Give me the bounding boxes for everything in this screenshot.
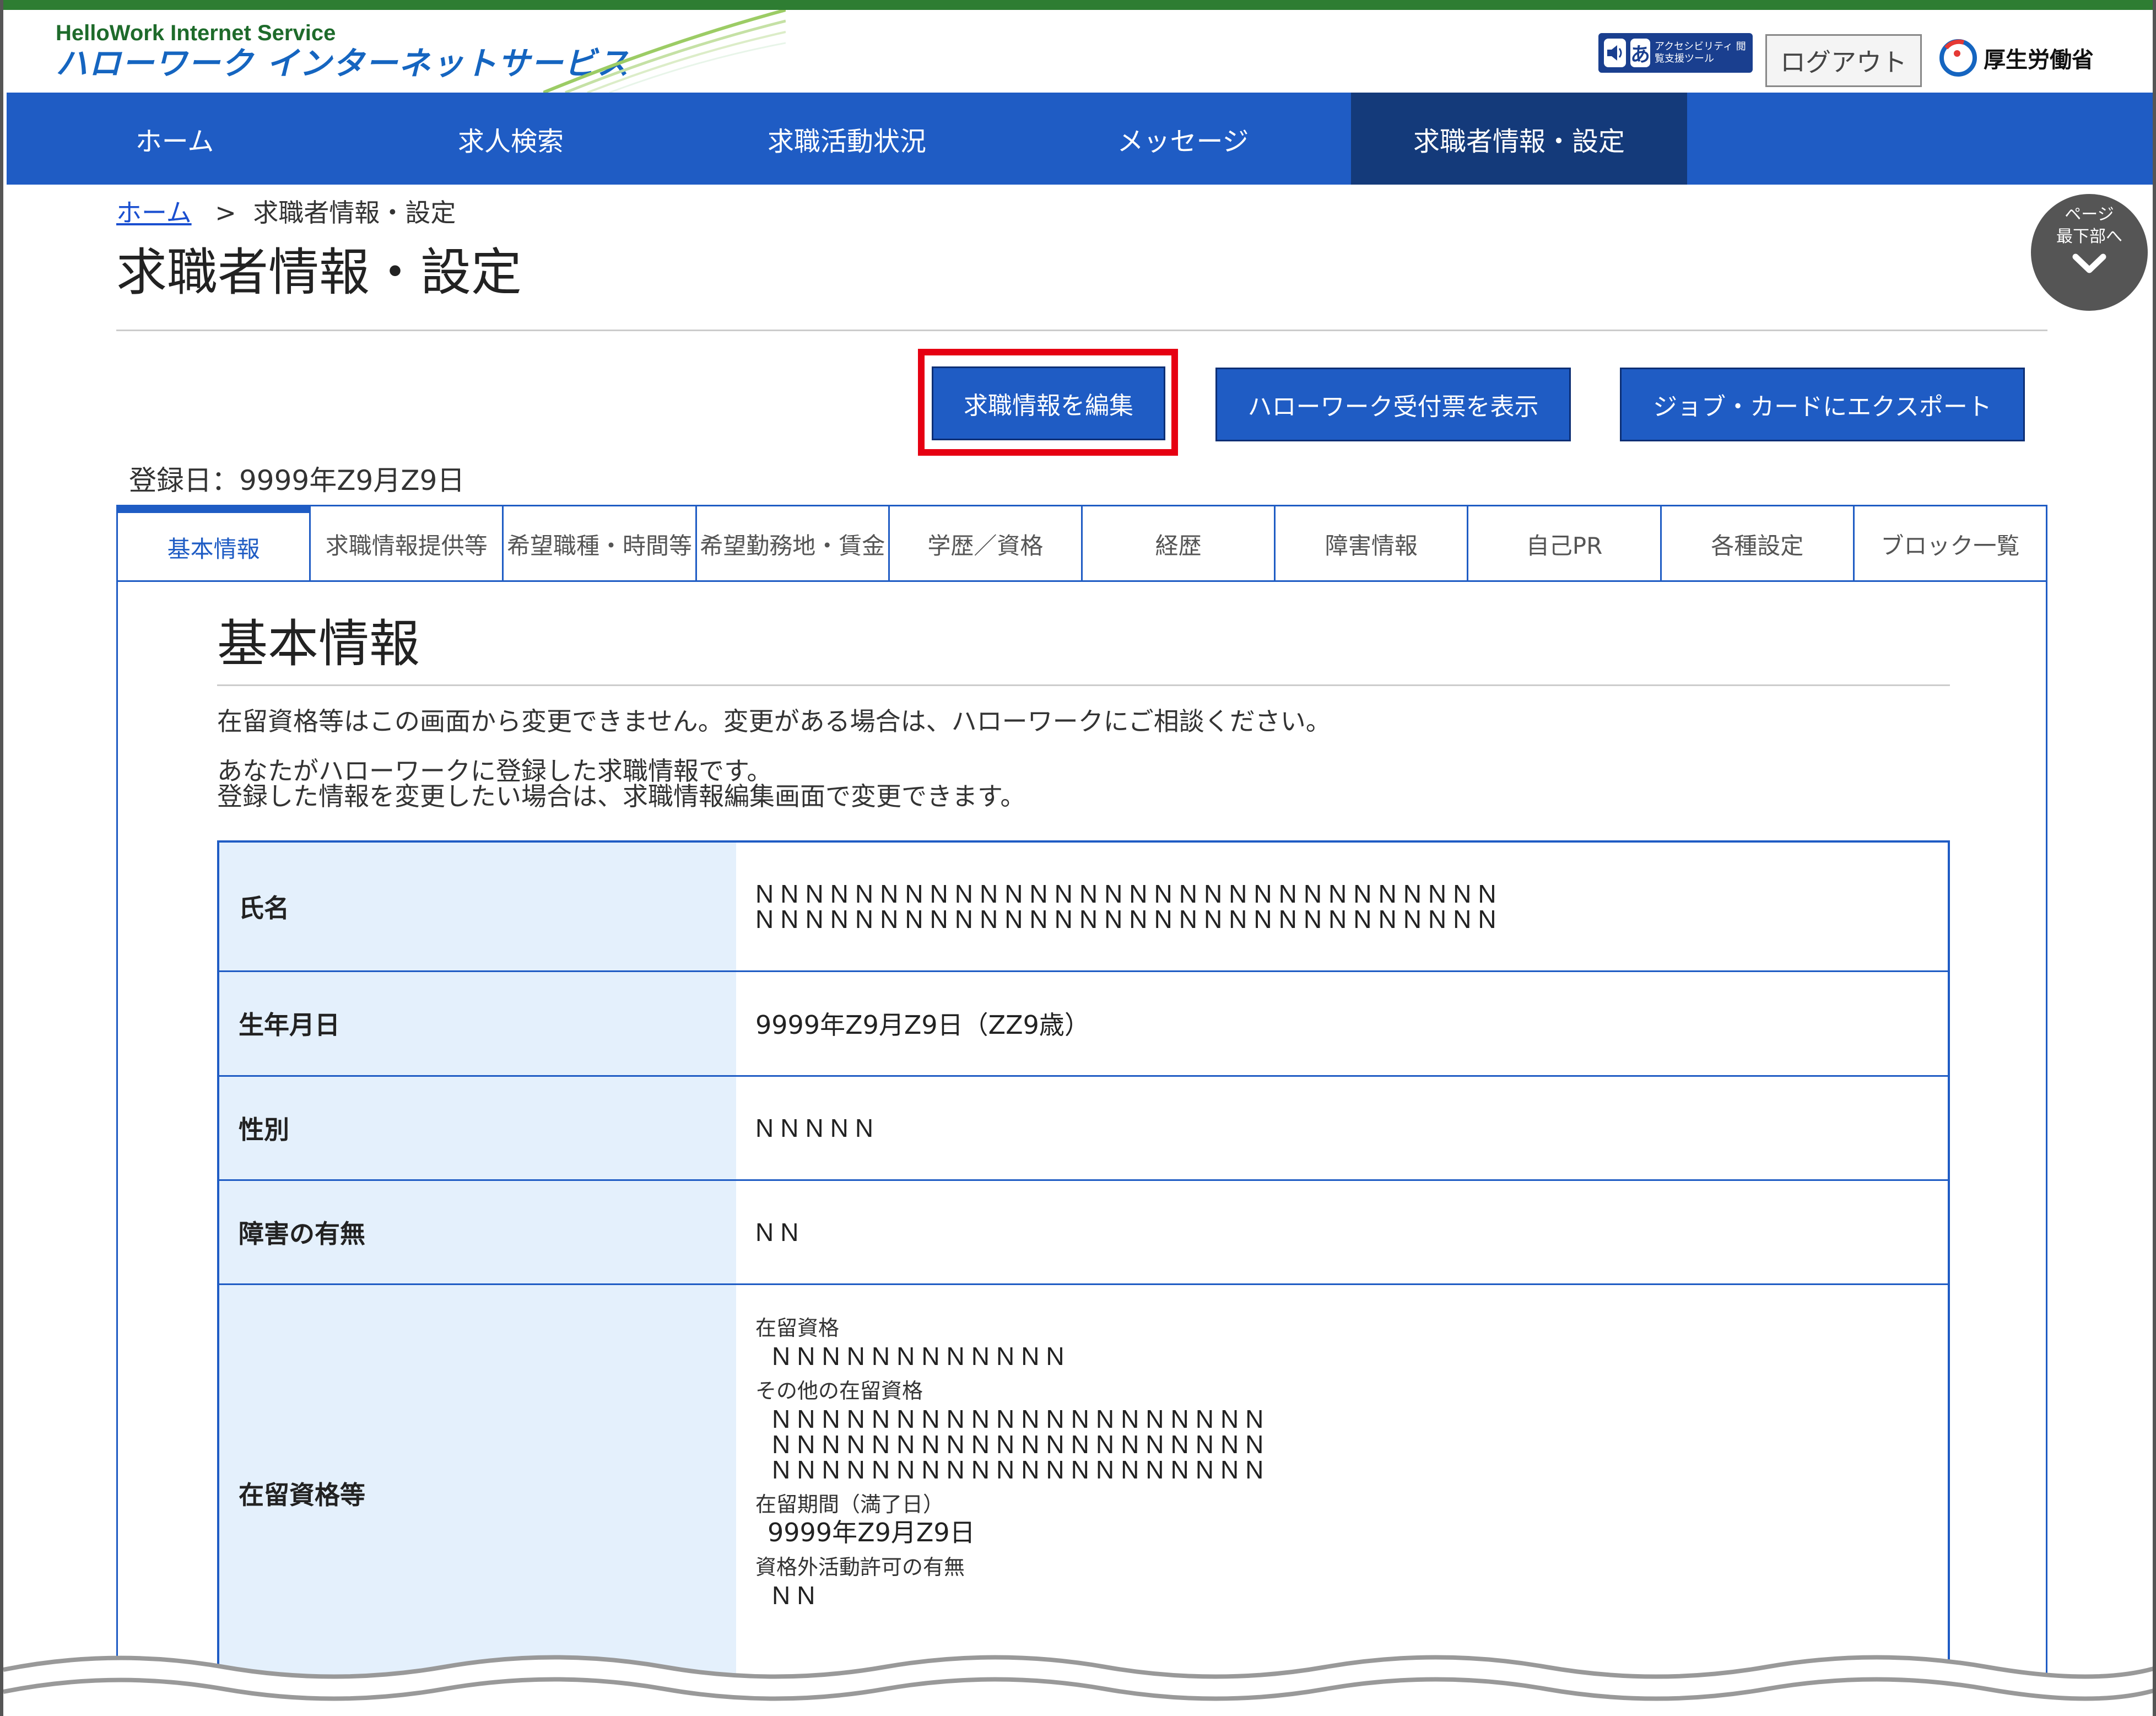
breadcrumb-separator: > <box>215 198 236 228</box>
permission-subvalue: NN <box>772 1580 822 1610</box>
table-row: 障害の有無 NN <box>218 1179 1949 1284</box>
edit-job-info-button[interactable]: 求職情報を編集 <box>932 366 1165 440</box>
gender-label: 性別 <box>218 1075 736 1180</box>
residence-status-value: 在留資格 NNNNNNNNNNNN その他の在留資格 NNNNNNNNNNNNN… <box>736 1283 1949 1703</box>
other-status-line: NNNNNNNNNNNNNNNNNNNN <box>772 1455 1271 1484</box>
nav-home[interactable]: ホーム <box>7 93 343 185</box>
breadcrumb-current: 求職者情報・設定 <box>253 198 456 228</box>
logo-swoosh-icon <box>543 10 786 93</box>
page-cut-wave <box>3 1655 2153 1716</box>
top-accent-bar <box>3 0 2153 10</box>
permission-sublabel: 資格外活動許可の有無 <box>755 1555 965 1579</box>
period-sublabel: 在留期間（満了日） <box>755 1492 944 1517</box>
table-row: 在留資格等 在留資格 NNNNNNNNNNNN その他の在留資格 NNNNNNN… <box>218 1283 1949 1703</box>
info-tabs: 基本情報 求職情報提供等 希望職種・時間等 希望勤務地・賃金 学歴／資格 経歴 … <box>116 505 2047 582</box>
disability-value: NN <box>736 1179 1949 1284</box>
section-divider <box>217 684 1950 686</box>
nav-messages[interactable]: メッセージ <box>1015 93 1351 185</box>
registration-date: 登録日：9999年Z9月Z9日 <box>129 465 465 497</box>
name-value-line: NNNNNNNNNNNNNNNNNNNNNNNNNNNNNN <box>755 904 1503 933</box>
name-label: 氏名 <box>218 841 736 971</box>
table-row: 氏名 NNNNNNNNNNNNNNNNNNNNNNNNNNNNNN NNNNNN… <box>218 841 1949 971</box>
title-divider <box>116 330 2047 331</box>
tab-settings[interactable]: 各種設定 <box>1662 506 1855 582</box>
residence-change-note: 在留資格等はこの画面から変更できません。変更がある場合は、ハローワークにご相談く… <box>217 706 1331 736</box>
tab-block-list[interactable]: ブロック一覧 <box>1855 506 2046 582</box>
disability-label: 障害の有無 <box>218 1179 736 1284</box>
browser-frame: HelloWork Internet Service ハローワーク インターネッ… <box>0 0 2156 1716</box>
accessibility-tool-label: アクセシビリティ 閲覧支援ツール <box>1655 41 1746 64</box>
table-row: 性別 NNNNN <box>218 1075 1949 1180</box>
chevron-down-icon <box>2072 253 2106 273</box>
name-value-line: NNNNNNNNNNNNNNNNNNNNNNNNNNNNNN <box>755 879 1503 908</box>
tab-education-qualifications[interactable]: 学歴／資格 <box>890 506 1083 582</box>
edit-info-note: 登録した情報を変更したい場合は、求職情報編集画面で変更できます。 <box>217 781 1026 811</box>
hiragana-a-icon: あ <box>1630 39 1651 67</box>
gender-value: NNNNN <box>736 1075 1949 1180</box>
name-value: NNNNNNNNNNNNNNNNNNNNNNNNNNNNNN NNNNNNNNN… <box>736 841 1949 971</box>
scroll-bottom-label-2: 最下部へ <box>2056 227 2122 246</box>
nav-jobseeker-settings[interactable]: 求職者情報・設定 <box>1351 93 1687 185</box>
scroll-to-bottom-button[interactable]: ページ 最下部へ <box>2031 194 2148 311</box>
tab-disability-info[interactable]: 障害情報 <box>1276 506 1469 582</box>
period-subvalue: 9999年Z9月Z9日 <box>768 1517 975 1547</box>
show-receipt-button[interactable]: ハローワーク受付票を表示 <box>1215 368 1571 441</box>
status-subvalue: NNNNNNNNNNNN <box>772 1341 1071 1370</box>
other-status-sublabel: その他の在留資格 <box>755 1378 923 1403</box>
global-nav: ホーム 求人検索 求職活動状況 メッセージ 求職者情報・設定 <box>7 93 2153 185</box>
ministry-mark-icon <box>1939 39 1977 77</box>
ministry-logo[interactable]: 厚生労働省 <box>1936 33 2101 83</box>
page-title: 求職者情報・設定 <box>116 243 522 302</box>
table-row: 生年月日 9999年Z9月Z9日（ZZ9歳） <box>218 970 1949 1076</box>
logout-button[interactable]: ログアウト <box>1765 34 1922 87</box>
tab-career[interactable]: 経歴 <box>1083 506 1276 582</box>
birthdate-value: 9999年Z9月Z9日（ZZ9歳） <box>736 970 1949 1076</box>
other-status-line: NNNNNNNNNNNNNNNNNNNN <box>772 1404 1271 1433</box>
site-header: HelloWork Internet Service ハローワーク インターネッ… <box>3 10 2153 93</box>
scroll-bottom-label-1: ページ <box>2065 205 2114 224</box>
status-sublabel: 在留資格 <box>755 1315 840 1340</box>
tab-content-panel: 基本情報 在留資格等はこの画面から変更できません。変更がある場合は、ハローワーク… <box>116 580 2047 1716</box>
nav-activity-status[interactable]: 求職活動状況 <box>679 93 1015 185</box>
registered-info-note: あなたがハローワークに登録した求職情報です。 <box>217 756 772 786</box>
tab-info-provision[interactable]: 求職情報提供等 <box>311 506 504 582</box>
nav-job-search[interactable]: 求人検索 <box>343 93 679 185</box>
basic-info-table: 氏名 NNNNNNNNNNNNNNNNNNNNNNNNNNNNNN NNNNNN… <box>217 840 1950 1704</box>
tab-basic-info[interactable]: 基本情報 <box>118 506 311 582</box>
birthdate-label: 生年月日 <box>218 970 736 1076</box>
accessibility-tool-button[interactable]: あ アクセシビリティ 閲覧支援ツール <box>1598 33 1753 73</box>
tab-desired-location-wage[interactable]: 希望勤務地・賃金 <box>697 506 890 582</box>
speaker-icon <box>1604 39 1626 67</box>
residence-status-label: 在留資格等 <box>218 1283 736 1703</box>
other-status-line: NNNNNNNNNNNNNNNNNNNN <box>772 1429 1271 1459</box>
export-jobcard-button[interactable]: ジョブ・カードにエクスポート <box>1620 368 2025 441</box>
tab-self-pr[interactable]: 自己PR <box>1468 506 1662 582</box>
breadcrumb-home-link[interactable]: ホーム <box>116 198 192 228</box>
section-title: 基本情報 <box>217 614 420 673</box>
ministry-name: 厚生労働省 <box>1984 47 2094 73</box>
tab-desired-job-hours[interactable]: 希望職種・時間等 <box>504 506 697 582</box>
breadcrumb: ホーム > 求職者情報・設定 <box>116 193 456 229</box>
